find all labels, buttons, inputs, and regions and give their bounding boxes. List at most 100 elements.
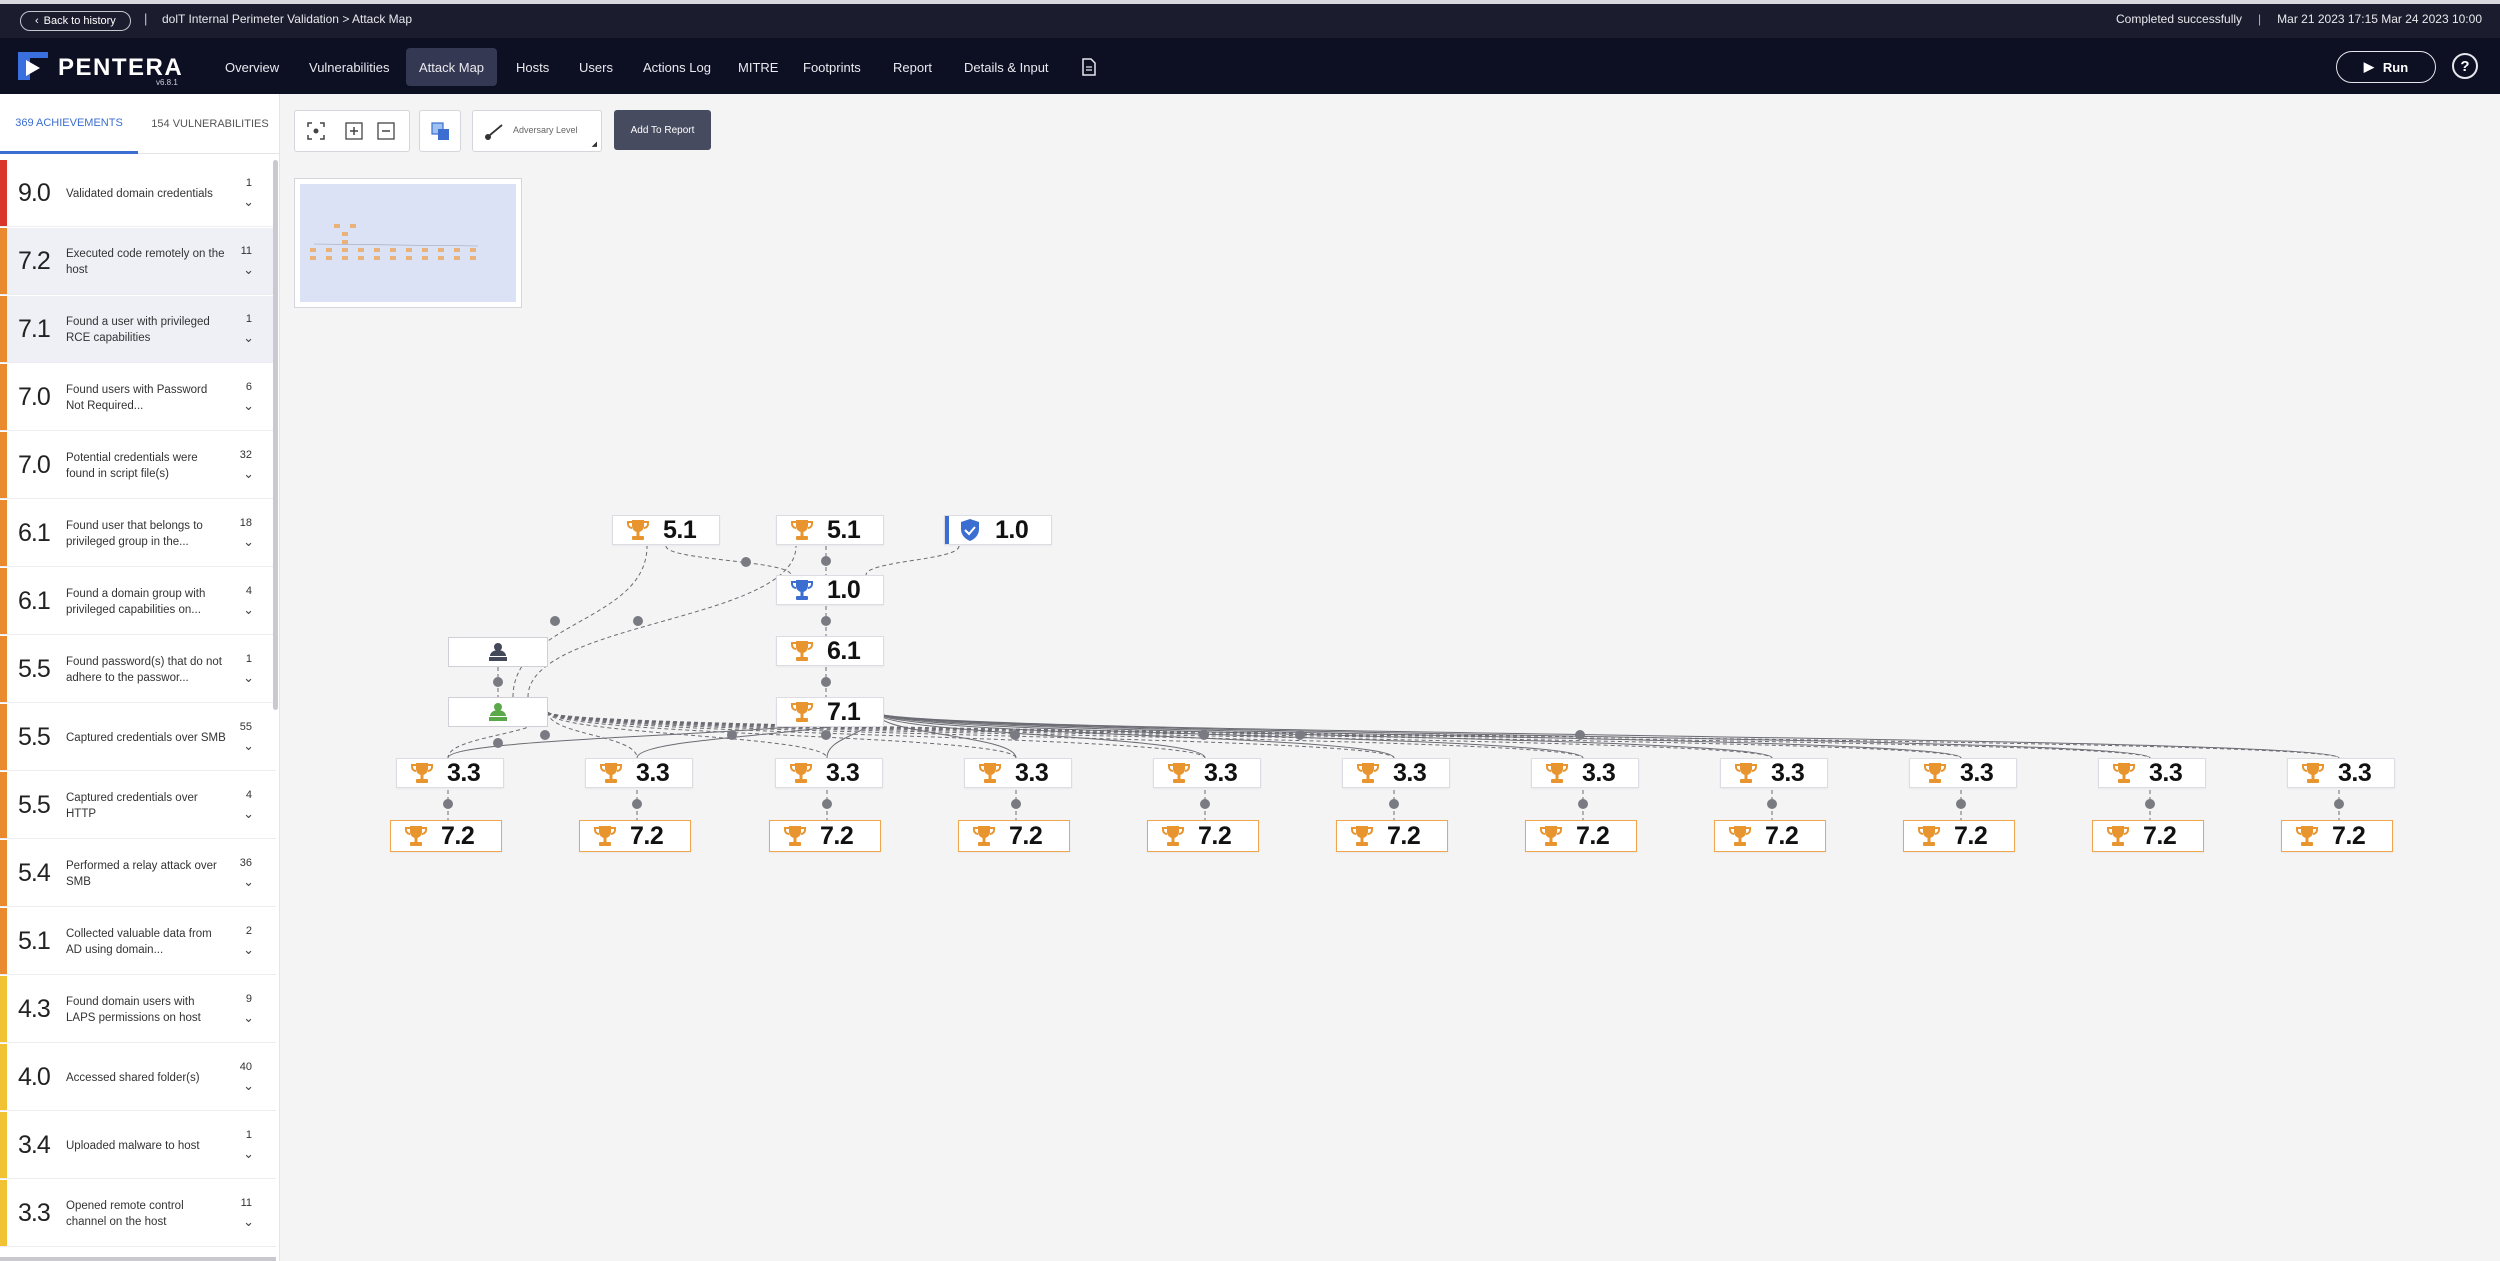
- layout-toggle-icon[interactable]: [429, 120, 451, 142]
- achievement-node[interactable]: 7.2: [579, 820, 691, 852]
- achievement-row[interactable]: 4.3 Found domain users with LAPS permissi…: [0, 976, 276, 1043]
- achievement-row[interactable]: 9.0 Validated domain credentials 1 ⌄: [0, 160, 276, 227]
- tab-vulnerabilities[interactable]: 154 VULNERABILITIES: [140, 94, 279, 154]
- achievement-row[interactable]: 5.1 Collected valuable data from AD using…: [0, 908, 276, 975]
- edge-step-dot[interactable]: [633, 616, 643, 626]
- edge-step-dot[interactable]: [493, 677, 503, 687]
- nav-report[interactable]: Report: [880, 54, 945, 80]
- achievement-row[interactable]: 4.0 Accessed shared folder(s) 40 ⌄: [0, 1044, 276, 1111]
- chevron-down-icon[interactable]: ⌄: [243, 262, 254, 278]
- achievement-row[interactable]: 5.5 Captured credentials over SMB 55 ⌄: [0, 704, 276, 771]
- achievement-node[interactable]: 3.3: [1531, 758, 1639, 788]
- edge-step-dot[interactable]: [2145, 799, 2155, 809]
- edge-step-dot[interactable]: [1199, 730, 1209, 740]
- edge-step-dot[interactable]: [550, 616, 560, 626]
- edge-step-dot[interactable]: [443, 799, 453, 809]
- achievement-row[interactable]: 3.4 Uploaded malware to host 1 ⌄: [0, 1112, 276, 1179]
- achievement-node[interactable]: 7.2: [1147, 820, 1259, 852]
- achievement-row[interactable]: 5.5 Found password(s) that do not adhere …: [0, 636, 276, 703]
- achievement-node[interactable]: 3.3: [1153, 758, 1261, 788]
- achievement-row[interactable]: 7.2 Executed code remotely on the host 11 ⌄: [0, 228, 276, 295]
- chevron-down-icon[interactable]: ⌄: [243, 942, 254, 958]
- edge-step-dot[interactable]: [821, 677, 831, 687]
- achievement-node[interactable]: 5.1: [612, 515, 720, 545]
- chevron-down-icon[interactable]: ⌄: [243, 1010, 254, 1026]
- chevron-down-icon[interactable]: ⌄: [243, 1214, 254, 1230]
- achievement-node[interactable]: 7.1: [776, 697, 884, 727]
- nav-mitre[interactable]: MITRE: [725, 54, 791, 80]
- achievement-node[interactable]: 1.0: [944, 515, 1052, 545]
- edge-step-dot[interactable]: [1578, 799, 1588, 809]
- achievement-row[interactable]: 5.4 Performed a relay attack over SMB 36 ⌄: [0, 840, 276, 907]
- achievement-node[interactable]: 3.3: [2287, 758, 2395, 788]
- chevron-down-icon[interactable]: ⌄: [243, 1146, 254, 1162]
- minimap-viewport[interactable]: [300, 184, 516, 302]
- edge-step-dot[interactable]: [1956, 799, 1966, 809]
- nav-users[interactable]: Users: [566, 54, 626, 80]
- achievement-node[interactable]: 6.1: [776, 636, 884, 666]
- chevron-down-icon[interactable]: ⌄: [243, 330, 254, 346]
- achievement-node[interactable]: 7.2: [2092, 820, 2204, 852]
- achievement-node[interactable]: 7.2: [1903, 820, 2015, 852]
- edge-step-dot[interactable]: [741, 557, 751, 567]
- chevron-down-icon[interactable]: ⌄: [243, 670, 254, 686]
- edge-step-dot[interactable]: [821, 730, 831, 740]
- achievement-node[interactable]: 1.0: [776, 575, 884, 605]
- achievement-node[interactable]: 7.2: [1525, 820, 1637, 852]
- nav-details-input[interactable]: Details & Input: [951, 54, 1062, 80]
- achievement-node[interactable]: 3.3: [1909, 758, 2017, 788]
- fit-to-screen-icon[interactable]: [305, 120, 327, 142]
- chevron-down-icon[interactable]: ⌄: [243, 738, 254, 754]
- edge-step-dot[interactable]: [822, 799, 832, 809]
- panel-scrollbar[interactable]: [273, 160, 278, 710]
- achievement-node[interactable]: 3.3: [1720, 758, 1828, 788]
- achievement-node[interactable]: 5.1: [776, 515, 884, 545]
- achievement-node[interactable]: 7.2: [390, 820, 502, 852]
- achievement-node[interactable]: 3.3: [1342, 758, 1450, 788]
- edge-step-dot[interactable]: [727, 730, 737, 740]
- edge-step-dot[interactable]: [1011, 799, 1021, 809]
- pentera-logo[interactable]: PENTERA v6.8.1: [16, 48, 186, 87]
- graph-minimap[interactable]: [294, 178, 522, 308]
- panel-horizontal-scrollbar[interactable]: [0, 1257, 276, 1261]
- achievement-row[interactable]: 5.5 Captured credentials over HTTP 4 ⌄: [0, 772, 276, 839]
- edge-step-dot[interactable]: [1010, 730, 1020, 740]
- chevron-down-icon[interactable]: ⌄: [243, 602, 254, 618]
- zoom-out-icon[interactable]: [375, 120, 397, 142]
- achievement-row[interactable]: 7.0 Potential credentials were found in s…: [0, 432, 276, 499]
- edge-step-dot[interactable]: [493, 738, 503, 748]
- achievement-node[interactable]: 7.2: [1336, 820, 1448, 852]
- achievement-node[interactable]: 7.2: [769, 820, 881, 852]
- host-node-target[interactable]: [448, 697, 548, 727]
- pdf-export-icon[interactable]: [1068, 54, 1110, 80]
- achievement-row[interactable]: 6.1 Found a domain group with privileged …: [0, 568, 276, 635]
- nav-attack-map[interactable]: Attack Map: [406, 48, 498, 86]
- edge-step-dot[interactable]: [1295, 730, 1305, 740]
- achievement-row[interactable]: 6.1 Found user that belongs to privileged…: [0, 500, 276, 567]
- achievement-row[interactable]: 3.3 Opened remote control channel on the …: [0, 1180, 276, 1247]
- nav-vulnerabilities[interactable]: Vulnerabilities: [296, 54, 402, 80]
- achievement-node[interactable]: 7.2: [958, 820, 1070, 852]
- nav-hosts[interactable]: Hosts: [503, 54, 562, 80]
- adversary-level-dropdown[interactable]: Adversary Level ◢: [472, 110, 602, 152]
- edge-step-dot[interactable]: [1389, 799, 1399, 809]
- edge-step-dot[interactable]: [2334, 799, 2344, 809]
- edge-step-dot[interactable]: [821, 556, 831, 566]
- achievement-node[interactable]: 7.2: [1714, 820, 1826, 852]
- edge-step-dot[interactable]: [1767, 799, 1777, 809]
- edge-step-dot[interactable]: [1575, 730, 1585, 740]
- chevron-down-icon[interactable]: ⌄: [243, 1078, 254, 1094]
- nav-overview[interactable]: Overview: [212, 54, 292, 80]
- zoom-in-icon[interactable]: [343, 120, 365, 142]
- achievement-row[interactable]: 7.0 Found users with Password Not Require…: [0, 364, 276, 431]
- tab-achievements[interactable]: 369 ACHIEVEMENTS: [0, 94, 138, 154]
- edge-step-dot[interactable]: [1200, 799, 1210, 809]
- chevron-down-icon[interactable]: ⌄: [243, 874, 254, 890]
- back-to-history-button[interactable]: ‹ Back to history: [20, 11, 131, 31]
- nav-footprints[interactable]: Footprints: [790, 54, 874, 80]
- chevron-down-icon[interactable]: ⌄: [243, 534, 254, 550]
- run-button[interactable]: ▶ Run: [2336, 51, 2436, 83]
- achievement-node[interactable]: 3.3: [585, 758, 693, 788]
- edge-step-dot[interactable]: [540, 730, 550, 740]
- achievement-node[interactable]: 3.3: [775, 758, 883, 788]
